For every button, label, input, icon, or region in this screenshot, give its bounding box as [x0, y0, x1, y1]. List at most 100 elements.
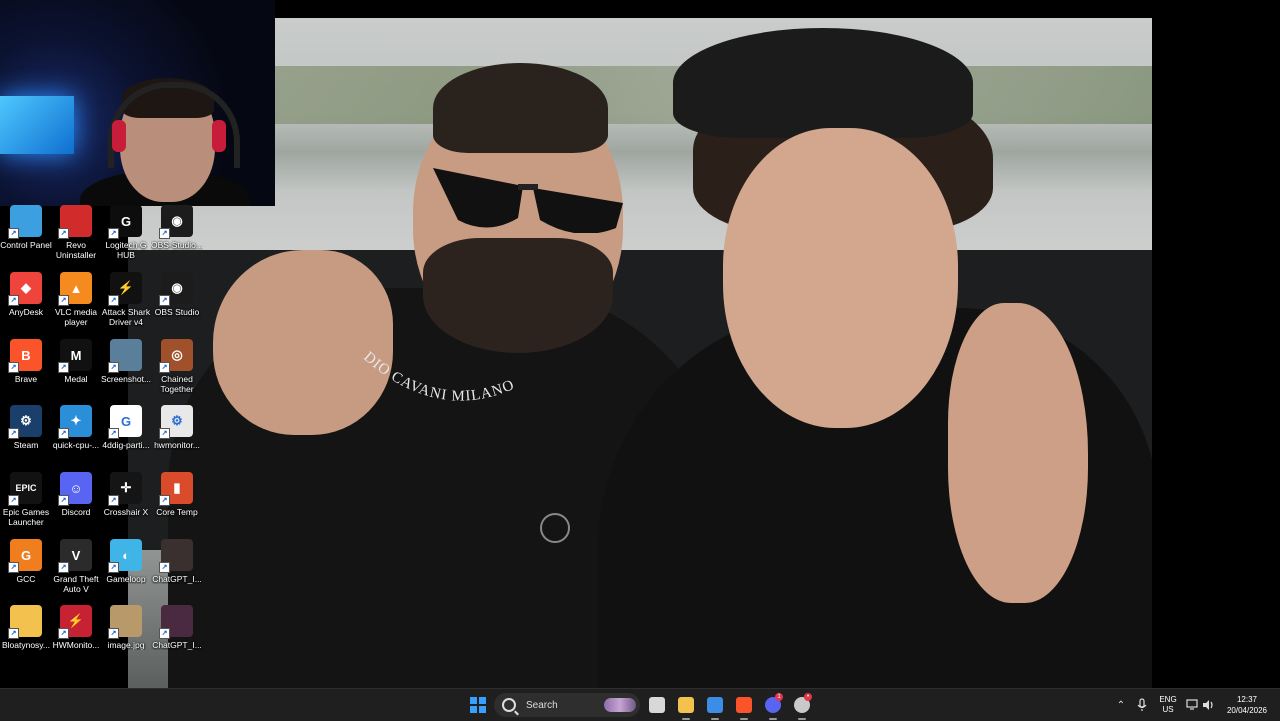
desktop-icon[interactable]: ↗ Screenshot... [100, 339, 152, 405]
quick-cpu-icon: ✦ ↗ [58, 405, 92, 439]
desktop-icon[interactable]: ↗ Revo Uninstaller [50, 205, 102, 271]
desktop-icon[interactable]: ↗ Control Panel [0, 205, 52, 271]
desktop-icon[interactable]: G ↗ GCC [0, 539, 52, 605]
shortcut-arrow-icon: ↗ [159, 428, 170, 439]
desktop-icon[interactable]: G ↗ 4ddig-parti... [100, 405, 152, 471]
desktop-icon[interactable]: ⚡ ↗ HWMonito... [50, 605, 102, 671]
desktop-icon-label: Bloatynosy... [1, 640, 51, 650]
desktop-icon[interactable]: G ↗ Logitech G HUB [100, 205, 152, 271]
desktop-icon[interactable]: B ↗ Brave [0, 339, 52, 405]
desktop-icon[interactable]: ⚙ ↗ Steam [0, 405, 52, 471]
brave-icon [736, 697, 752, 713]
desktop-icon-label: Attack Shark Driver v4 [101, 307, 151, 327]
desktop-icon-label: Gameloop [106, 574, 146, 584]
desktop-icon-label: VLC media player [54, 307, 98, 327]
taskbar-app-task-view[interactable] [645, 693, 669, 717]
desktop-icon-label: hwmonitor... [154, 440, 200, 450]
taskbar: Search 1 • ⌃ ENG US 12:37 20/04/2026 [0, 688, 1280, 721]
hwmonitor-icon: ⚡ ↗ [58, 605, 92, 639]
desktop-icon[interactable]: ▲ ↗ VLC media player [50, 272, 102, 338]
desktop-icon-label: HWMonito... [52, 640, 100, 650]
person-right-head [723, 128, 958, 428]
desktop-icon[interactable]: ↗ ChatGPT_I... [151, 539, 203, 605]
desktop-icon[interactable]: ◆ ↗ AnyDesk [0, 272, 52, 338]
desktop-icon[interactable]: ◐ ↗ Gameloop [100, 539, 152, 605]
taskbar-app-discord[interactable]: 1 [761, 693, 785, 720]
taskbar-search[interactable]: Search [494, 693, 640, 717]
taskbar-app-brave[interactable] [732, 693, 756, 720]
desktop-icon[interactable]: ✛ ↗ Crosshair X [100, 472, 152, 538]
clock-date: 20/04/2026 [1226, 706, 1268, 715]
desktop-icon[interactable]: ▮ ↗ Core Temp [151, 472, 203, 538]
shortcut-arrow-icon: ↗ [159, 562, 170, 573]
desktop-icon[interactable]: ⚡ ↗ Attack Shark Driver v4 [100, 272, 152, 338]
desktop-icon-label: Epic Games Launcher [2, 507, 50, 527]
taskbar-app-chrome-like[interactable]: • [790, 693, 814, 720]
desktop-icon[interactable]: ↗ ChatGPT_I... [151, 605, 203, 671]
desktop-icon[interactable]: ↗ Bloatynosy... [0, 605, 52, 671]
logitech-ghub-icon: G ↗ [108, 205, 142, 239]
chained-together-icon: ◎ ↗ [159, 339, 193, 373]
image-file-icon: ↗ [159, 539, 193, 573]
start-button[interactable] [466, 693, 490, 717]
desktop-icon-label: image.jpg [107, 640, 145, 650]
shortcut-arrow-icon: ↗ [8, 295, 19, 306]
desktop-icon-label: GCC [16, 574, 36, 584]
crosshair-x-icon: ✛ ↗ [108, 472, 142, 506]
shortcut-arrow-icon: ↗ [8, 428, 19, 439]
revo-uninstaller-icon: ↗ [58, 205, 92, 239]
shortcut-arrow-icon: ↗ [8, 495, 19, 506]
webcam-overlay [0, 0, 275, 206]
obs-studio-icon: ◉ ↗ [159, 272, 193, 306]
desktop-icon-label: Medal [64, 374, 88, 384]
shortcut-arrow-icon: ↗ [58, 428, 69, 439]
shortcut-arrow-icon: ↗ [108, 228, 119, 239]
notification-badge: • [804, 693, 812, 701]
desktop-icon-label: Crosshair X [103, 507, 149, 517]
task-view-icon [649, 697, 665, 713]
shortcut-arrow-icon: ↗ [159, 228, 170, 239]
shortcut-arrow-icon: ↗ [58, 295, 69, 306]
desktop-icon[interactable]: EPIC ↗ Epic Games Launcher [0, 472, 52, 538]
shortcut-arrow-icon: ↗ [8, 228, 19, 239]
shortcut-arrow-icon: ↗ [159, 495, 170, 506]
desktop-icon[interactable]: ↗ image.jpg [100, 605, 152, 671]
desktop-icon[interactable]: ☺ ↗ Discord [50, 472, 102, 538]
shortcut-arrow-icon: ↗ [159, 295, 170, 306]
shortcut-arrow-icon: ↗ [159, 362, 170, 373]
volume-icon[interactable] [1202, 693, 1216, 717]
desktop-icon[interactable]: ⚙ ↗ hwmonitor... [151, 405, 203, 471]
desktop-icon-label: ChatGPT_I... [152, 640, 202, 650]
taskbar-app-file-explorer[interactable] [674, 693, 698, 720]
wallpaper-photo: DIO CAVANI MILANO [128, 18, 1152, 688]
desktop-icon-label: OBS Studio [154, 307, 200, 317]
desktop-icon[interactable]: V ↗ Grand Theft Auto V [50, 539, 102, 605]
desktop-icon[interactable]: ◎ ↗ Chained Together [151, 339, 203, 405]
microphone-icon[interactable] [1135, 693, 1149, 717]
network-icon[interactable] [1186, 693, 1200, 717]
taskbar-app-microsoft-store[interactable] [703, 693, 727, 720]
black-cap [673, 28, 973, 138]
clock-time: 12:37 [1236, 695, 1258, 704]
desktop-icon[interactable]: M ↗ Medal [50, 339, 102, 405]
shortcut-arrow-icon: ↗ [108, 562, 119, 573]
shortcut-arrow-icon: ↗ [8, 628, 19, 639]
screenshot-icon: ↗ [108, 339, 142, 373]
shortcut-arrow-icon: ↗ [8, 562, 19, 573]
desktop-icon-label: Steam [13, 440, 39, 450]
desktop-icon-label: Grand Theft Auto V [53, 574, 99, 594]
search-placeholder: Search [526, 699, 558, 711]
file-explorer-icon [678, 697, 694, 713]
gcc-icon: G ↗ [8, 539, 42, 573]
desktop-icon[interactable]: ◉ ↗ OBS-Studio... [151, 205, 203, 271]
desktop-icon[interactable]: ✦ ↗ quick-cpu-... [50, 405, 102, 471]
shortcut-arrow-icon: ↗ [58, 495, 69, 506]
language-indicator[interactable]: ENG US [1156, 693, 1180, 717]
desktop-icon-label: Core Temp [156, 507, 198, 517]
show-hidden-icons-chevron-icon[interactable]: ⌃ [1114, 693, 1128, 717]
system-clock[interactable]: 12:37 20/04/2026 [1222, 693, 1272, 717]
desktop-icon-label: Screenshot... [100, 374, 152, 384]
desktop-icon-label: OBS-Studio... [151, 240, 203, 250]
desktop-icon[interactable]: ◉ ↗ OBS Studio [151, 272, 203, 338]
shortcut-arrow-icon: ↗ [8, 362, 19, 373]
